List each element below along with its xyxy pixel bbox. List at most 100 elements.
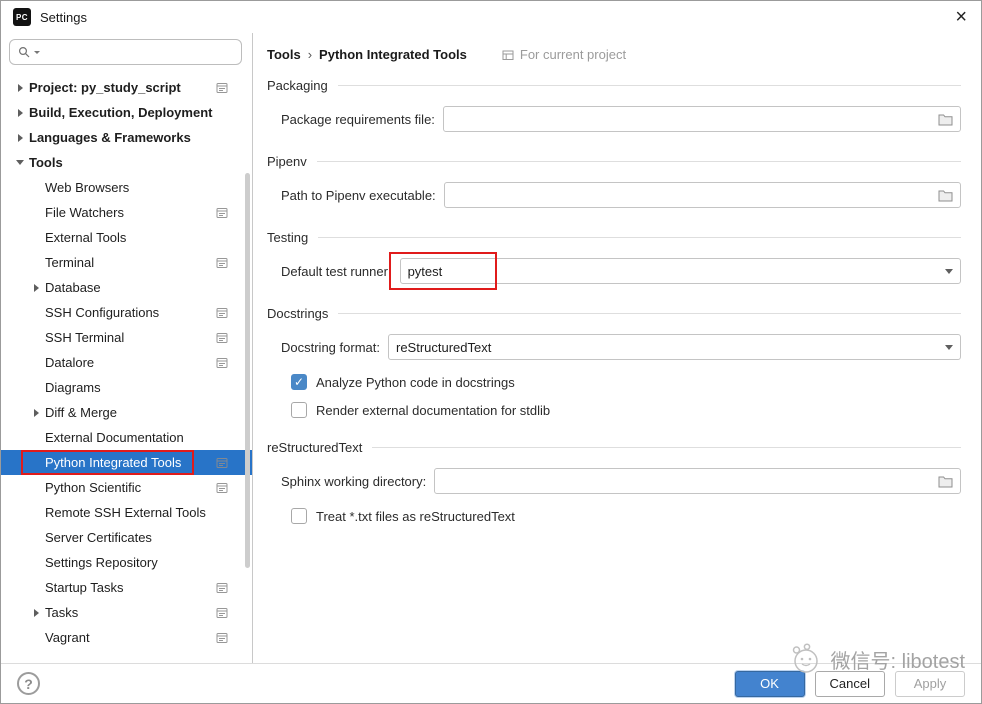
sidebar-item-datalore[interactable]: Datalore (1, 350, 252, 375)
settings-sections: Packaging Package requirements file: Pipen… (267, 78, 961, 524)
sidebar-item-file-watchers[interactable]: File Watchers (1, 200, 252, 225)
sidebar-item-label: Project: py_study_script (29, 80, 181, 95)
sidebar-item-diff-merge[interactable]: Diff & Merge (1, 400, 252, 425)
sidebar: Project: py_study_script Build, Execution… (1, 33, 253, 663)
field-row-sphinx-working-directory: Sphinx working directory: (281, 468, 961, 494)
breadcrumb-tools[interactable]: Tools (267, 47, 301, 62)
breadcrumb: Tools › Python Integrated Tools For curr… (267, 47, 961, 62)
sidebar-item-tasks[interactable]: Tasks (1, 600, 252, 625)
chevron-down-icon[interactable] (11, 160, 29, 165)
section-header-pipenv: Pipenv (267, 154, 961, 169)
section-header-testing: Testing (267, 230, 961, 245)
section-title: Pipenv (267, 154, 307, 169)
sidebar-item-label: Python Integrated Tools (45, 455, 181, 470)
sidebar-item-label: Tools (29, 155, 63, 170)
search-icon (18, 46, 30, 58)
sidebar-item-tools[interactable]: Tools (1, 150, 252, 175)
row-badge-icon (216, 582, 228, 594)
chevron-right-icon[interactable] (27, 284, 45, 292)
field-label: Default test runner: (281, 264, 392, 279)
dropdown-value: reStructuredText (396, 340, 945, 355)
row-badge-icon (216, 632, 228, 644)
sidebar-item-external-tools[interactable]: External Tools (1, 225, 252, 250)
section-title: Testing (267, 230, 308, 245)
cancel-button[interactable]: Cancel (815, 671, 885, 697)
main-panel: Tools › Python Integrated Tools For curr… (253, 33, 981, 663)
sidebar-item-languages-frameworks[interactable]: Languages & Frameworks (1, 125, 252, 150)
checkbox-row-render-external-documentation-for-stdlib: Render external documentation for stdlib (291, 402, 961, 418)
textfield-package-requirements-file (443, 106, 961, 132)
folder-browse-icon[interactable] (938, 113, 953, 126)
sidebar-item-project-py-study-script[interactable]: Project: py_study_script (1, 75, 252, 100)
section-packaging: Packaging Package requirements file: (267, 78, 961, 132)
row-badge-icon (216, 357, 228, 369)
sidebar-item-label: Server Certificates (45, 530, 152, 545)
sidebar-item-server-certificates[interactable]: Server Certificates (1, 525, 252, 550)
section-divider (372, 447, 961, 448)
folder-browse-icon[interactable] (938, 189, 953, 202)
sidebar-item-label: External Documentation (45, 430, 184, 445)
dropdown-docstring-format[interactable]: reStructuredText (388, 334, 961, 360)
sidebar-item-startup-tasks[interactable]: Startup Tasks (1, 575, 252, 600)
sidebar-item-build-execution-deployment[interactable]: Build, Execution, Deployment (1, 100, 252, 125)
sidebar-item-web-browsers[interactable]: Web Browsers (1, 175, 252, 200)
section-divider (317, 161, 961, 162)
chevron-right-icon[interactable] (27, 409, 45, 417)
checkbox-label: Render external documentation for stdlib (316, 403, 550, 418)
sidebar-item-label: Database (45, 280, 101, 295)
section-divider (338, 85, 961, 86)
sidebar-item-label: Vagrant (45, 630, 90, 645)
sidebar-item-remote-ssh-external-tools[interactable]: Remote SSH External Tools (1, 500, 252, 525)
sidebar-scrollbar[interactable] (245, 173, 250, 568)
field-row-package-requirements-file: Package requirements file: (281, 106, 961, 132)
pycharm-logo-icon: PC (13, 8, 31, 26)
section-title: Docstrings (267, 306, 328, 321)
settings-search-input[interactable] (44, 45, 233, 59)
sidebar-item-terminal[interactable]: Terminal (1, 250, 252, 275)
sidebar-item-python-scientific[interactable]: Python Scientific (1, 475, 252, 500)
apply-button[interactable]: Apply (895, 671, 965, 697)
sidebar-item-ssh-configurations[interactable]: SSH Configurations (1, 300, 252, 325)
section-pipenv: PipenvPath to Pipenv executable: (267, 154, 961, 208)
input-package-requirements-file[interactable] (451, 112, 938, 127)
dropdown-value: pytest (408, 264, 945, 279)
settings-window: PC Settings × Project: py_study_script Bu… (0, 0, 982, 704)
sidebar-item-ssh-terminal[interactable]: SSH Terminal (1, 325, 252, 350)
row-badge-icon (216, 207, 228, 219)
sidebar-item-database[interactable]: Database (1, 275, 252, 300)
settings-search-box[interactable] (9, 39, 242, 65)
help-button[interactable]: ? (17, 672, 40, 695)
sidebar-item-external-documentation[interactable]: External Documentation (1, 425, 252, 450)
sidebar-item-diagrams[interactable]: Diagrams (1, 375, 252, 400)
dropdown-default-test-runner[interactable]: pytest (400, 258, 961, 284)
sidebar-item-label: Settings Repository (45, 555, 158, 570)
chevron-right-icon[interactable] (11, 109, 29, 117)
folder-browse-icon[interactable] (938, 475, 953, 488)
input-path-to-pipenv-executable[interactable] (452, 188, 938, 203)
close-icon[interactable]: × (955, 7, 967, 27)
sidebar-item-vagrant[interactable]: Vagrant (1, 625, 252, 650)
row-badge-icon (216, 82, 228, 94)
textfield-sphinx-working-directory (434, 468, 961, 494)
checkbox-treat-txt-files-as-restructuredtext[interactable] (291, 508, 307, 524)
sidebar-item-settings-repository[interactable]: Settings Repository (1, 550, 252, 575)
titlebar: PC Settings × (1, 1, 981, 33)
settings-tree: Project: py_study_script Build, Execution… (1, 75, 252, 650)
chevron-right-icon[interactable] (27, 609, 45, 617)
row-badge-icon (216, 457, 228, 469)
ok-button[interactable]: OK (735, 671, 805, 697)
section-header-packaging: Packaging (267, 78, 961, 93)
checkbox-analyze-python-code-in-docstrings[interactable]: ✓ (291, 374, 307, 390)
input-sphinx-working-directory[interactable] (442, 474, 938, 489)
chevron-right-icon[interactable] (11, 134, 29, 142)
checkbox-render-external-documentation-for-stdlib[interactable] (291, 402, 307, 418)
section-title: Packaging (267, 78, 328, 93)
sidebar-item-label: External Tools (45, 230, 126, 245)
search-history-arrow-icon[interactable] (34, 51, 40, 57)
sidebar-item-label: File Watchers (45, 205, 124, 220)
chevron-right-icon[interactable] (11, 84, 29, 92)
sidebar-item-python-integrated-tools[interactable]: Python Integrated Tools (1, 450, 252, 475)
section-restructuredtext: reStructuredTextSphinx working directory… (267, 440, 961, 524)
sidebar-item-label: Startup Tasks (45, 580, 124, 595)
row-badge-icon (216, 257, 228, 269)
